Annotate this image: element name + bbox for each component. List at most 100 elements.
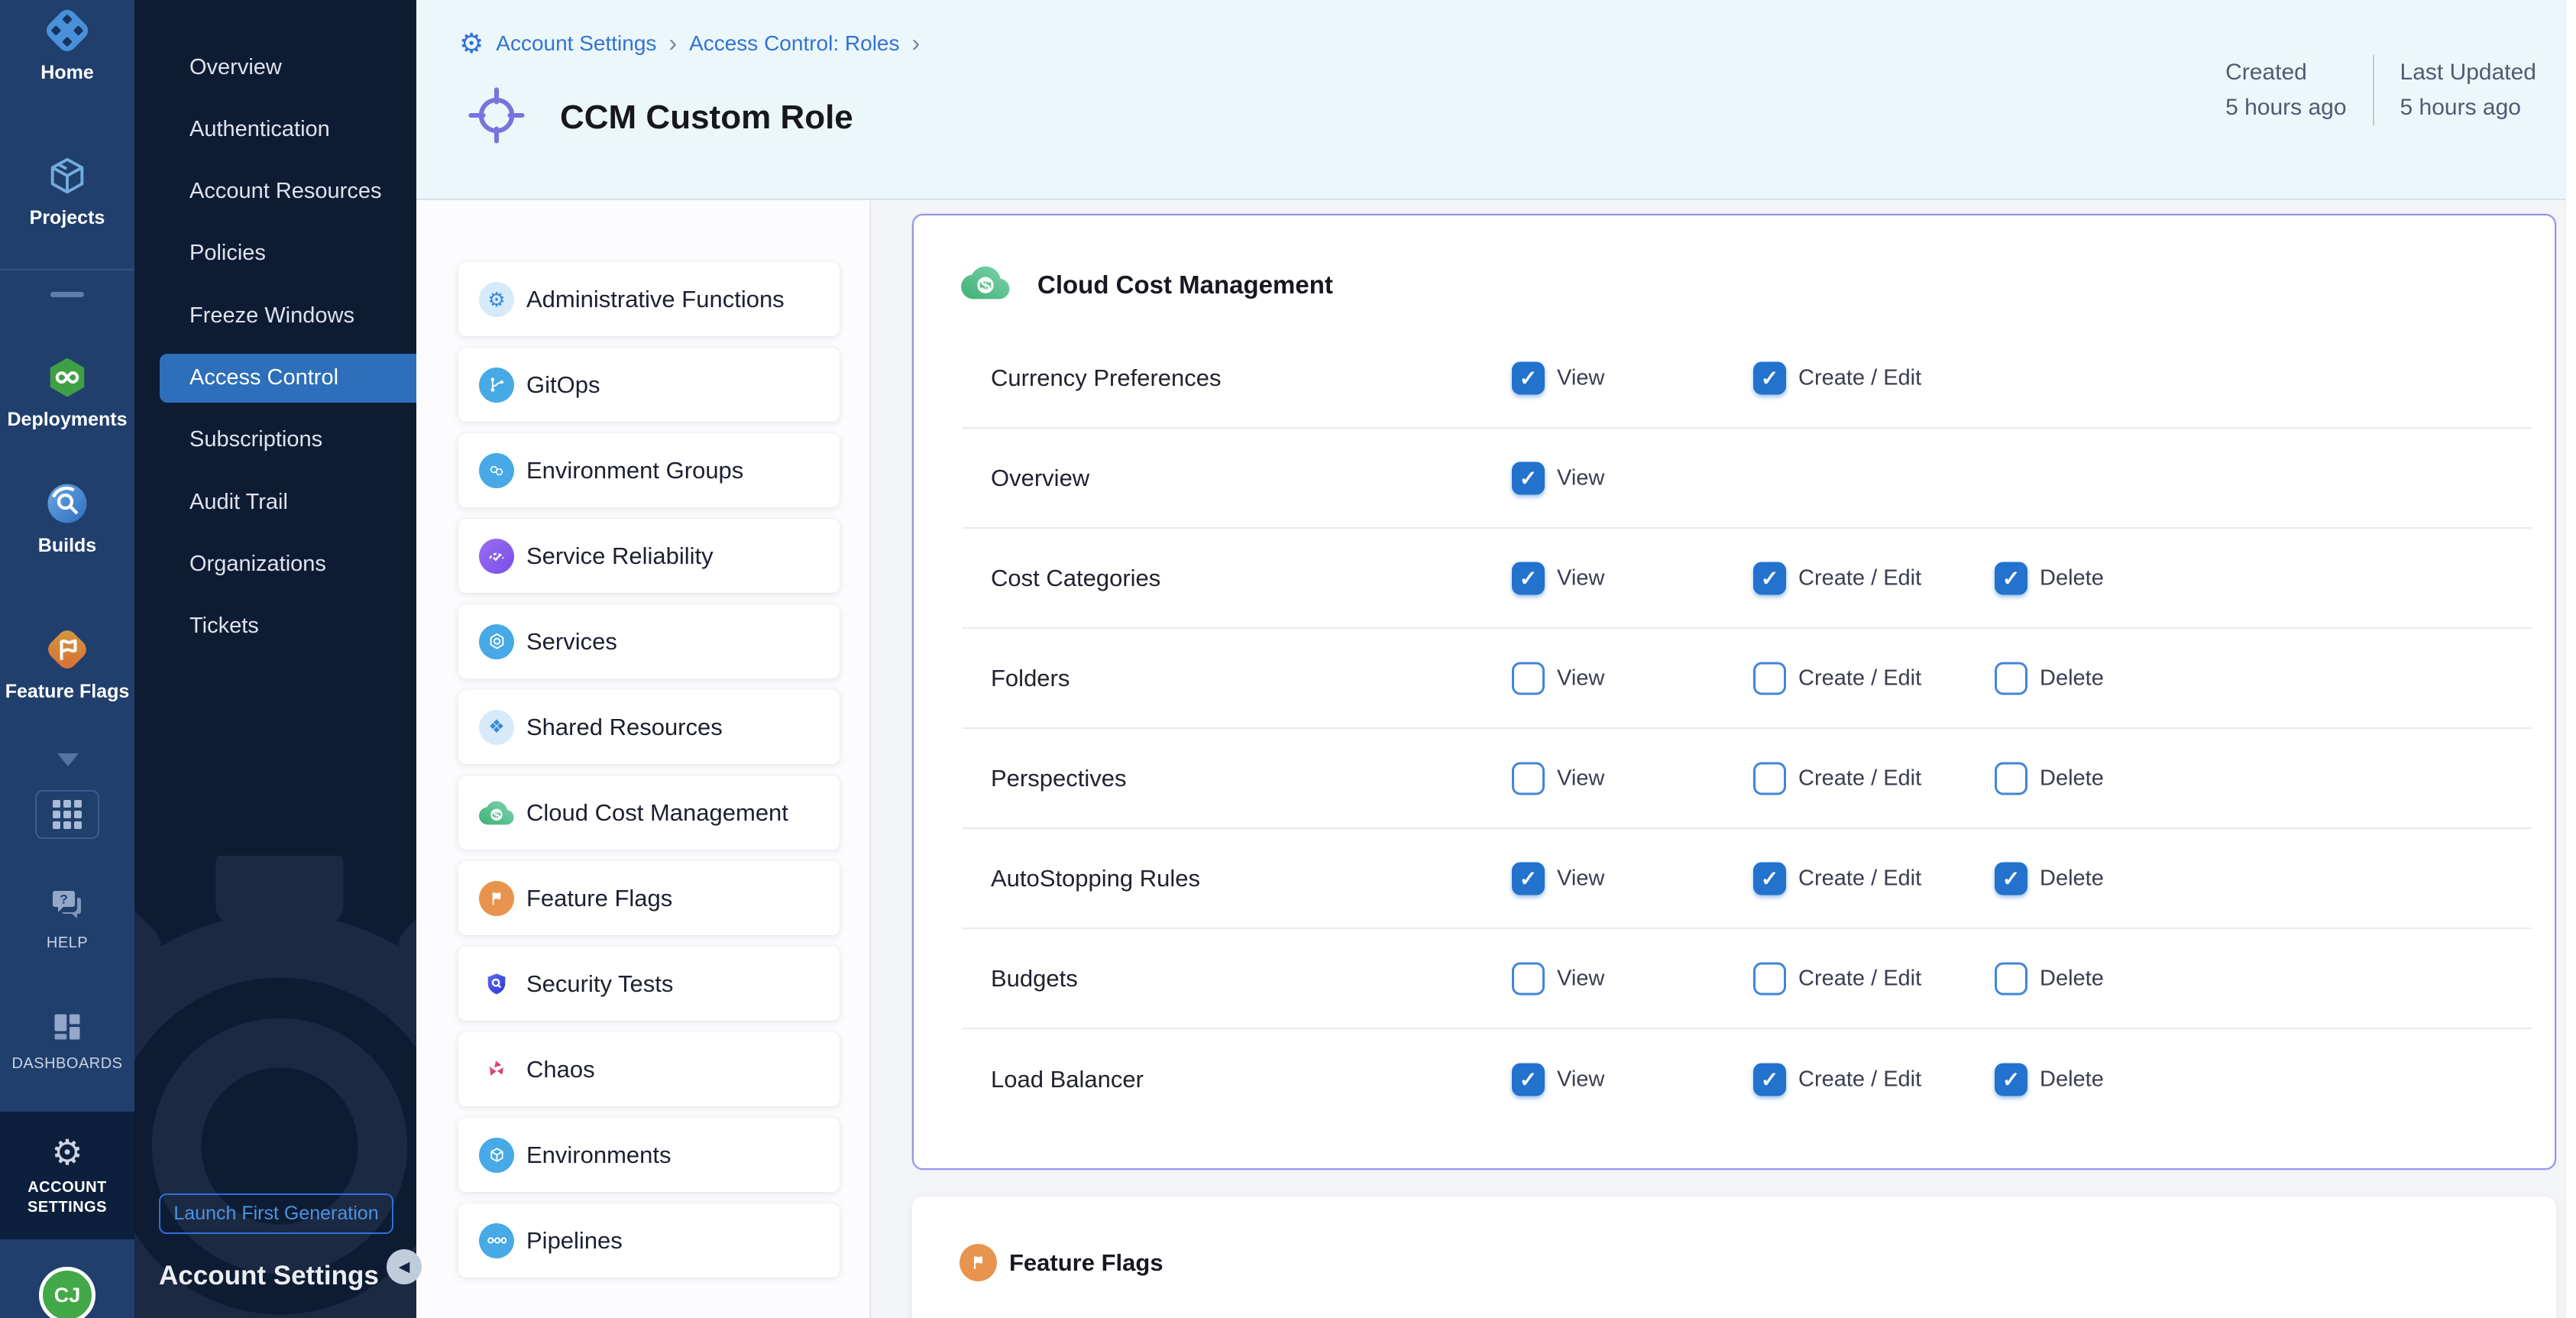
permission-name: Load Balancer (991, 1066, 1144, 1093)
feature-flags-section: Feature Flags (912, 1197, 2556, 1318)
resource-card-label: GitOps (526, 371, 600, 399)
permission-autostopping-rules-delete: ✓ Delete (1995, 862, 2104, 895)
help-button[interactable]: ? HELP (0, 886, 134, 953)
user-avatar[interactable]: CJ (39, 1267, 95, 1318)
permission-budgets-delete: Delete (1995, 962, 2104, 995)
feature-flag-circle-icon (960, 1244, 997, 1281)
sidebar-item-audit-trail[interactable]: Audit Trail (134, 478, 416, 526)
permission-label: Delete (2040, 866, 2104, 891)
environments-cube-icon (479, 1138, 514, 1173)
permission-label: Delete (2040, 665, 2104, 691)
module-projects[interactable]: Projects (0, 151, 134, 229)
permission-name: Cost Categories (991, 565, 1160, 592)
breadcrumb-access-control-roles[interactable]: Access Control: Roles (689, 31, 899, 56)
permission-label: View (1557, 966, 1604, 991)
chevron-down-icon[interactable] (57, 753, 79, 766)
rail-divider (0, 269, 134, 270)
permission-cost-categories-delete: ✓ Delete (1995, 562, 2104, 594)
checkbox-currency-preferences-create-edit[interactable]: ✓ (1753, 361, 1786, 394)
sidebar-item-authentication[interactable]: Authentication (134, 105, 416, 154)
page-header: ⚙ Account Settings › Access Control: Rol… (416, 0, 2576, 200)
permission-label: Delete (2040, 565, 2104, 591)
resource-card-administrative-functions[interactable]: ⚙Administrative Functions (458, 262, 840, 336)
checkbox-budgets-view[interactable] (1512, 962, 1545, 995)
checkbox-budgets-delete[interactable] (1995, 962, 2027, 995)
checkbox-load-balancer-view[interactable]: ✓ (1512, 1063, 1545, 1096)
resource-card-gitops[interactable]: GitOps (458, 348, 840, 422)
permission-row-autostopping-rules: AutoStopping Rules✓View✓Create / Edit✓De… (963, 829, 2532, 929)
permission-name: Currency Preferences (991, 364, 1222, 392)
resource-card-chaos[interactable]: Chaos (458, 1032, 840, 1106)
module-rail: Home Projects Deployments Builds Feature Fla… (0, 0, 134, 1318)
permission-name: AutoStopping Rules (991, 865, 1200, 892)
feature-flag-circle-icon (479, 881, 514, 916)
title-row: CCM Custom Role (464, 83, 853, 152)
checkbox-overview-view[interactable]: ✓ (1512, 461, 1545, 494)
module-grid-button[interactable] (35, 790, 99, 839)
checkbox-folders-create-edit[interactable] (1753, 662, 1786, 695)
checkbox-cost-categories-view[interactable]: ✓ (1512, 562, 1545, 594)
resource-card-shared-resources[interactable]: ❖Shared Resources (458, 690, 840, 764)
permission-row-cost-categories: Cost Categories✓View✓Create / Edit✓Delet… (963, 529, 2532, 629)
ccm-permissions-panel: $ Cloud Cost Management Currency Prefere… (912, 214, 2556, 1170)
permission-label: View (1557, 1067, 1604, 1092)
sidebar-item-subscriptions[interactable]: Subscriptions (134, 416, 416, 465)
resource-card-environment-groups[interactable]: Environment Groups (458, 433, 840, 507)
checkbox-load-balancer-delete[interactable]: ✓ (1995, 1063, 2027, 1096)
module-home[interactable]: Home (0, 6, 134, 84)
checkbox-autostopping-rules-create-edit[interactable]: ✓ (1753, 862, 1786, 895)
module-feature-flags[interactable]: Feature Flags (0, 625, 134, 703)
resource-card-label: Cloud Cost Management (526, 799, 788, 827)
breadcrumb-account-settings[interactable]: Account Settings (496, 31, 656, 56)
permission-perspectives-delete: Delete (1995, 762, 2104, 795)
checkbox-currency-preferences-view[interactable]: ✓ (1512, 361, 1545, 394)
module-deployments[interactable]: Deployments (0, 353, 134, 431)
module-label: Projects (30, 207, 105, 229)
role-meta: Created 5 hours ago Last Updated 5 hours… (2199, 55, 2562, 125)
sidebar-item-freeze-windows[interactable]: Freeze Windows (134, 291, 416, 340)
gear-icon: ⚙ (51, 1135, 83, 1170)
sidebar-item-policies[interactable]: Policies (134, 229, 416, 278)
checkbox-perspectives-delete[interactable] (1995, 762, 2027, 795)
permission-folders-view: View (1512, 662, 1604, 695)
services-hex-icon (479, 624, 514, 659)
sidebar-item-overview[interactable]: Overview (134, 43, 416, 92)
checkbox-budgets-create-edit[interactable] (1753, 962, 1786, 995)
account-settings-button[interactable]: ⚙ ACCOUNT SETTINGS (0, 1112, 134, 1239)
checkbox-load-balancer-create-edit[interactable]: ✓ (1753, 1063, 1786, 1096)
resource-card-security-tests[interactable]: Security Tests (458, 947, 840, 1021)
checkbox-folders-view[interactable] (1512, 662, 1545, 695)
checkbox-perspectives-create-edit[interactable] (1753, 762, 1786, 795)
resource-card-services[interactable]: Services (458, 604, 840, 678)
sidebar-item-access-control[interactable]: Access Control (160, 354, 416, 403)
checkbox-autostopping-rules-delete[interactable]: ✓ (1995, 862, 2027, 895)
launch-first-generation-button[interactable]: Launch First Generation (159, 1193, 393, 1234)
sidebar-item-tickets[interactable]: Tickets (134, 602, 416, 651)
checkbox-autostopping-rules-view[interactable]: ✓ (1512, 862, 1545, 895)
module-builds[interactable]: Builds (0, 479, 134, 557)
scrollbar-track[interactable] (2565, 0, 2576, 1318)
sidebar-item-account-resources[interactable]: Account Resources (134, 167, 416, 216)
sidebar-collapse-button[interactable]: ◀ (387, 1249, 422, 1284)
checkbox-cost-categories-create-edit[interactable]: ✓ (1753, 562, 1786, 594)
dashboards-button[interactable]: DASHBOARDS (0, 1010, 134, 1074)
checkbox-cost-categories-delete[interactable]: ✓ (1995, 562, 2027, 594)
resource-card-environments[interactable]: Environments (458, 1118, 840, 1192)
checkbox-perspectives-view[interactable] (1512, 762, 1545, 795)
resource-card-cloud-cost-management[interactable]: $Cloud Cost Management (458, 776, 840, 850)
settings-panel-title: Account Settings (159, 1261, 379, 1291)
permission-label: Create / Edit (1798, 966, 1921, 991)
last-updated-block: Last Updated 5 hours ago (2373, 55, 2562, 125)
resource-card-label: Feature Flags (526, 885, 672, 912)
resource-card-label: Administrative Functions (526, 286, 785, 313)
resource-card-pipelines[interactable]: Pipelines (458, 1203, 840, 1278)
permission-autostopping-rules-view: ✓View (1512, 862, 1604, 895)
grid-dots-icon (53, 800, 82, 829)
sidebar-item-organizations[interactable]: Organizations (134, 539, 416, 588)
svg-text:?: ? (60, 892, 67, 906)
resource-card-service-reliability[interactable]: Service Reliability (458, 519, 840, 593)
resource-card-feature-flags[interactable]: Feature Flags (458, 861, 840, 935)
checkbox-folders-delete[interactable] (1995, 662, 2027, 695)
permission-perspectives-view: View (1512, 762, 1604, 795)
dashboards-tiles-icon (50, 1010, 84, 1048)
